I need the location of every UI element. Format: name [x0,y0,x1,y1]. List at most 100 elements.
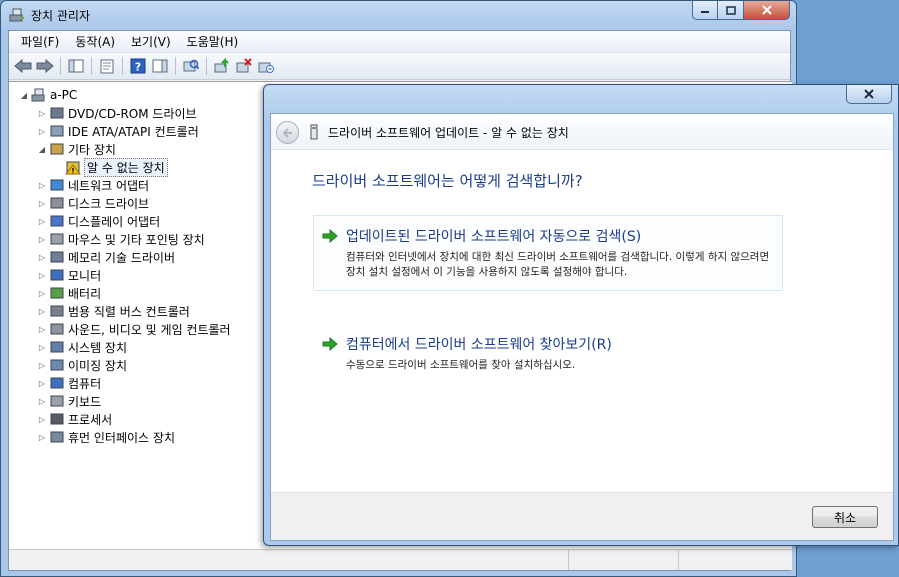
expand-arrow-icon[interactable]: ▷ [37,379,47,388]
tree-item-label: 배터리 [68,286,102,301]
tree-item-label: 휴먼 인터페이스 장치 [68,430,175,445]
help-toolbar-button[interactable]: ? [127,55,149,77]
properties-toolbar-button[interactable] [96,55,118,77]
dialog-question: 드라이버 소프트웨어는 어떻게 검색합니까? [312,172,583,190]
uninstall-button[interactable] [233,55,255,77]
search-automatically-option[interactable]: 업데이트된 드라이버 소프트웨어 자동으로 검색(S) 컴퓨터와 인터넷에서 장… [313,215,783,291]
expand-arrow-icon[interactable]: ▷ [37,271,47,280]
tree-item[interactable]: ▷ 네트워크 어댑터 [37,176,149,194]
scan-hardware-button[interactable] [180,55,202,77]
menu-view[interactable]: 보기(V) [123,33,179,50]
scan-hardware-icon [183,59,199,72]
tree-root[interactable]: ◢ a-PC [19,86,77,104]
tree-item[interactable]: ▷ 사운드, 비디오 및 게임 컨트롤러 [37,320,231,338]
action-pane-button[interactable] [149,55,171,77]
battery-icon [50,287,64,299]
close-icon [761,5,772,15]
help-icon: ? [130,58,146,74]
tree-item[interactable]: ▷ 휴먼 인터페이스 장치 [37,428,175,446]
tree-item-label: 메모리 기술 드라이버 [68,250,175,265]
expand-arrow-icon[interactable]: ▷ [37,235,47,244]
tree-item[interactable]: ▷ 범용 직렬 버스 컨트롤러 [37,302,190,320]
device-manager-icon [9,8,24,22]
dialog-footer: 취소 [271,492,893,540]
tree-item[interactable]: ▷ 컴퓨터 [37,374,101,392]
tree-item[interactable]: ▷ 이미징 장치 [37,356,127,374]
expand-arrow-icon[interactable]: ▷ [37,433,47,442]
unknown-device-icon [310,124,318,140]
expand-arrow-icon[interactable]: ▷ [37,253,47,262]
tree-item-label: DVD/CD-ROM 드라이브 [68,106,197,121]
minimize-icon [701,11,709,13]
tree-item[interactable]: ▷ 배터리 [37,284,101,302]
title-bar[interactable]: 장치 관리자 [1,1,796,29]
dialog-header: 드라이버 소프트웨어 업데이트 - 알 수 없는 장치 [271,114,893,150]
browse-computer-option[interactable]: 컴퓨터에서 드라이버 소프트웨어 찾아보기(R) 수동으로 드라이버 소프트웨어… [313,323,783,384]
maximize-icon [725,5,736,15]
disable-device-icon [258,62,274,73]
tree-item-label: 마우스 및 기타 포인팅 장치 [68,232,205,247]
console-tree-icon [68,59,84,73]
dialog-back-button[interactable] [276,121,299,144]
update-driver-button[interactable] [211,55,233,77]
menu-action[interactable]: 동작(A) [67,33,123,50]
menu-bar: 파일(F) 동작(A) 보기(V) 도움말(H) [9,31,790,53]
green-arrow-icon [322,229,338,243]
expand-arrow-icon[interactable]: ▷ [37,199,47,208]
forward-toolbar-button[interactable] [34,55,56,77]
status-bar [9,549,792,570]
tree-item[interactable]: ▷ IDE ATA/ATAPI 컨트롤러 [37,122,199,140]
close-button[interactable] [744,1,790,20]
tree-item-label: 이미징 장치 [68,358,128,373]
minimize-button[interactable] [692,1,718,20]
tree-item[interactable]: ▷ 메모리 기술 드라이버 [37,248,175,266]
tree-root-label: a-PC [50,88,78,102]
expand-arrow-icon[interactable]: ▷ [37,217,47,226]
collapse-arrow-icon[interactable]: ◢ [19,91,29,100]
toolbar-separator [122,57,123,75]
cancel-button[interactable]: 취소 [812,506,878,528]
show-hide-tree-button[interactable] [65,55,87,77]
expand-arrow-icon[interactable]: ▷ [37,397,47,406]
mouse-icon [50,233,64,245]
tree-child-item[interactable]: 알 수 없는 장치 [53,157,168,177]
tree-item[interactable]: ▷ 키보드 [37,392,101,410]
expand-arrow-icon[interactable]: ▷ [37,181,47,190]
disable-button[interactable] [255,55,277,77]
collapse-arrow-icon[interactable]: ◢ [37,145,47,154]
expand-arrow-icon[interactable]: ▷ [37,109,47,118]
menu-help[interactable]: 도움말(H) [179,33,247,50]
toolbar-separator [91,57,92,75]
tree-item[interactable]: ▷ 모니터 [37,266,101,284]
expand-arrow-icon[interactable]: ▷ [37,361,47,370]
expand-arrow-icon[interactable]: ▷ [37,325,47,334]
action-pane-icon [152,59,168,73]
tree-item-label: 시스템 장치 [68,340,128,355]
tree-item[interactable]: ▷ 디스크 드라이브 [37,194,149,212]
back-arrow-icon [282,127,292,138]
expand-arrow-icon[interactable]: ▷ [37,343,47,352]
menu-file[interactable]: 파일(F) [13,33,67,50]
expand-arrow-icon[interactable]: ▷ [37,415,47,424]
toolbar: ? [9,53,790,80]
tree-item[interactable]: ▷ DVD/CD-ROM 드라이브 [37,104,197,122]
tree-item[interactable]: ◢ 기타 장치 [37,140,116,158]
dvd-drive-icon [50,107,64,119]
tree-item[interactable]: ▷ 마우스 및 기타 포인팅 장치 [37,230,205,248]
maximize-button[interactable] [718,1,744,20]
tree-item-label: 프로세서 [68,412,113,427]
expand-arrow-icon[interactable]: ▷ [37,289,47,298]
expand-arrow-icon[interactable]: ▷ [37,307,47,316]
computer-root-icon [31,88,45,102]
toolbar-separator [175,57,176,75]
search-automatically-desc: 컴퓨터와 인터넷에서 장치에 대한 최신 드라이버 소프트웨어를 검색합니다. … [346,251,770,278]
tree-item-label: 기타 장치 [68,142,116,157]
browse-computer-title: 컴퓨터에서 드라이버 소프트웨어 찾아보기(R) [346,337,612,353]
tree-item[interactable]: ▷ 디스플레이 어댑터 [37,212,160,230]
back-toolbar-button[interactable] [12,55,34,77]
dialog-close-button[interactable] [846,85,892,104]
tree-item[interactable]: ▷ 시스템 장치 [37,338,127,356]
tree-item[interactable]: ▷ 프로세서 [37,410,112,428]
tree-item-label: 사운드, 비디오 및 게임 컨트롤러 [68,322,231,337]
expand-arrow-icon[interactable]: ▷ [37,127,47,136]
